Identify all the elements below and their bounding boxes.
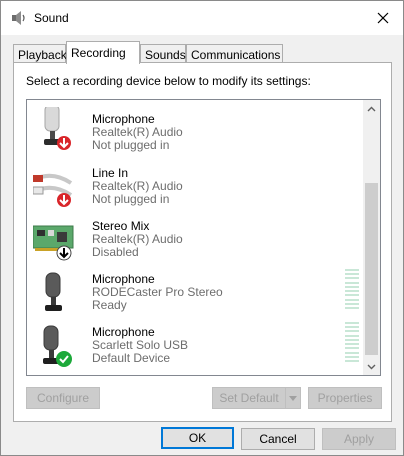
device-item[interactable]: Microphone Scarlett Solo USB Default Dev… [27, 320, 365, 372]
tab-recording[interactable]: Recording [66, 41, 140, 64]
tab-communications[interactable]: Communications [186, 44, 283, 64]
close-button[interactable] [363, 1, 403, 35]
device-driver: Realtek(R) Audio [92, 179, 183, 193]
microphone-icon [43, 325, 72, 367]
device-name: Microphone [92, 272, 155, 286]
device-driver: Scarlett Solo USB [92, 338, 189, 352]
device-name: Microphone [92, 112, 155, 126]
title-bar[interactable]: Sound [1, 1, 403, 35]
configure-button[interactable]: Configure [26, 387, 100, 409]
device-driver: Realtek(R) Audio [92, 125, 183, 139]
scrollbar-thumb[interactable] [365, 183, 378, 355]
device-status: Not plugged in [92, 192, 170, 206]
device-status: Ready [92, 298, 127, 312]
tab-sounds[interactable]: Sounds [140, 44, 186, 64]
apply-button[interactable]: Apply [322, 428, 396, 450]
chevron-down-icon [367, 364, 376, 369]
tab-playback[interactable]: Playback [13, 44, 67, 64]
properties-button[interactable]: Properties [308, 387, 382, 409]
device-name: Line In [92, 166, 129, 180]
chevron-up-icon [367, 106, 376, 111]
device-item[interactable]: Microphone Realtek(R) Audio Not plugged … [27, 103, 365, 155]
green-check-icon [56, 351, 72, 367]
device-name: Stereo Mix [92, 219, 150, 233]
set-default-button[interactable]: Set Default [212, 387, 286, 409]
device-status: Disabled [92, 245, 139, 259]
device-status: Not plugged in [92, 138, 170, 152]
cancel-button[interactable]: Cancel [241, 428, 315, 450]
microphone-icon [44, 107, 71, 150]
line-in-cable-icon [33, 173, 73, 207]
scroll-down-button[interactable] [363, 358, 380, 375]
chevron-down-icon [289, 395, 297, 401]
device-driver: RODECaster Pro Stereo [92, 285, 223, 299]
vertical-scrollbar[interactable] [363, 100, 380, 375]
device-list[interactable]: Microphone Realtek(R) Audio Not plugged … [26, 99, 381, 376]
recording-tab-panel: Select a recording device below to modif… [13, 62, 392, 422]
ok-button[interactable]: OK [161, 427, 234, 449]
level-meter [345, 322, 359, 362]
device-driver: Realtek(R) Audio [92, 232, 183, 246]
device-item[interactable]: Line In Realtek(R) Audio Not plugged in [27, 161, 365, 213]
close-icon [377, 12, 389, 24]
instruction-text: Select a recording device below to modif… [26, 74, 311, 88]
sound-card-icon [33, 225, 74, 261]
speaker-icon [12, 11, 25, 25]
set-default-dropdown[interactable] [285, 387, 301, 409]
device-item[interactable]: Stereo Mix Realtek(R) Audio Disabled [27, 214, 365, 266]
window-title: Sound [34, 11, 69, 25]
device-name: Microphone [92, 325, 155, 339]
microphone-icon [45, 272, 62, 311]
sound-dialog: Sound Playback Recording Sounds Communic… [0, 0, 404, 456]
device-item[interactable]: Microphone RODECaster Pro Stereo Ready [27, 267, 365, 319]
level-meter [345, 269, 359, 309]
scroll-up-button[interactable] [363, 100, 380, 117]
device-status: Default Device [92, 351, 171, 365]
